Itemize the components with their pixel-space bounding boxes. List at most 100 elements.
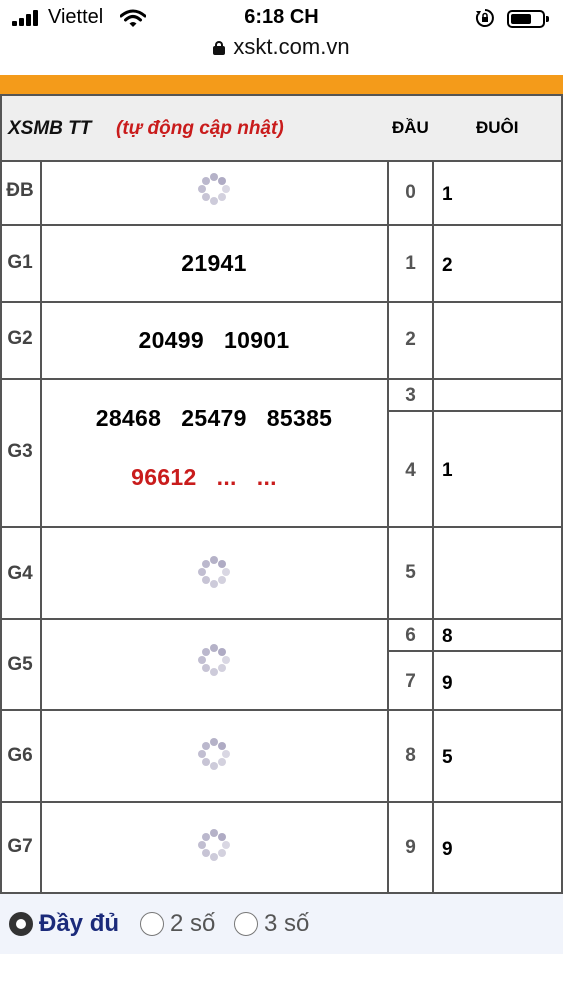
- row-divider: [0, 801, 563, 803]
- tail-digits: 5: [442, 747, 453, 768]
- spinner-dot: [222, 185, 230, 193]
- spinner-dot: [210, 580, 218, 588]
- head-digit: 0: [405, 182, 416, 203]
- head-digit: 7: [405, 671, 416, 692]
- head-digit: 8: [405, 745, 416, 766]
- tail-digits: 9: [442, 839, 453, 860]
- spinner-dot: [210, 668, 218, 676]
- table-title: XSMB TT: [8, 118, 92, 139]
- row-divider: [0, 709, 563, 711]
- prize-label-g6: G6: [7, 745, 33, 766]
- prize-label-g3: G3: [7, 441, 33, 462]
- head-digit: 6: [405, 625, 416, 646]
- prize-g1-numbers: 21941: [181, 250, 247, 276]
- tail-digits: 2: [442, 255, 453, 276]
- tail-digits: 9: [442, 673, 453, 694]
- address-bar[interactable]: xskt.com.vn: [0, 34, 563, 68]
- spinner-dot: [198, 750, 206, 758]
- spinner-dot: [222, 656, 230, 664]
- loading-spinner-icon: [197, 172, 231, 206]
- spinner-dot: [218, 559, 227, 568]
- head-digit: 1: [405, 253, 416, 274]
- prize-label-g7: G7: [7, 836, 33, 857]
- spinner-dot: [210, 644, 218, 652]
- spinner-dot: [198, 656, 206, 664]
- prize-g3-numbers-row1: 28468 25479 85385: [95, 405, 333, 431]
- row-divider: [0, 618, 563, 620]
- url-text: xskt.com.vn: [233, 34, 350, 59]
- spinner-dot: [218, 193, 227, 202]
- option-2-digits-radio[interactable]: 2 số: [140, 910, 224, 938]
- spinner-dot: [222, 568, 230, 576]
- prize-g2-numbers: 20499 10901: [138, 327, 290, 353]
- tail-digits: 1: [442, 184, 453, 205]
- spinner-dot: [210, 853, 218, 861]
- spinner-dot: [201, 741, 210, 750]
- spinner-dot: [222, 841, 230, 849]
- radio-circle-icon: [234, 912, 258, 936]
- spinner-dot: [218, 758, 227, 767]
- spinner-dot: [201, 647, 210, 656]
- spinner-dot: [201, 758, 210, 767]
- loading-spinner-icon: [197, 555, 231, 589]
- option-3-digits-radio[interactable]: 3 số: [234, 910, 318, 938]
- spinner-dot: [198, 568, 206, 576]
- display-options: Đầy đủ 2 số 3 số: [0, 894, 563, 954]
- prize-label-g2: G2: [7, 328, 33, 349]
- spinner-dot: [218, 832, 227, 841]
- spinner-dot: [218, 664, 227, 673]
- auto-update-note: (tự động cập nhật): [116, 118, 284, 139]
- loading-spinner-icon: [197, 737, 231, 771]
- option-full-radio[interactable]: Đầy đủ: [9, 910, 131, 938]
- orientation-lock-icon: [475, 9, 494, 27]
- accent-bar: [0, 75, 563, 94]
- prize-label-g4: G4: [7, 563, 33, 584]
- row-divider: [0, 224, 563, 226]
- radio-circle-icon: [9, 912, 33, 936]
- spinner-dot: [218, 176, 227, 185]
- prize-g3-numbers-row2: 96612 ... ...: [131, 464, 277, 490]
- row-divider: [0, 301, 563, 303]
- spinner-dot: [210, 173, 218, 181]
- spinner-dot: [201, 832, 210, 841]
- head-digit: 2: [405, 329, 416, 350]
- tail-column-title: ĐUÔI: [476, 118, 519, 137]
- spinner-dot: [201, 576, 210, 585]
- prize-label-special: ĐB: [6, 180, 34, 201]
- row-divider: [0, 378, 563, 380]
- spinner-dot: [218, 741, 227, 750]
- spinner-dot: [201, 664, 210, 673]
- option-label: Đầy đủ: [39, 910, 120, 937]
- row-divider: [388, 410, 563, 412]
- head-column-title: ĐẦU: [392, 118, 429, 137]
- prize-label-g1: G1: [7, 252, 33, 273]
- spinner-dot: [201, 193, 210, 202]
- tail-digits: 1: [442, 460, 453, 481]
- spinner-dot: [210, 738, 218, 746]
- spinner-dot: [218, 849, 227, 858]
- battery-icon: [507, 10, 549, 28]
- tail-digits: 8: [442, 626, 453, 647]
- spinner-dot: [222, 750, 230, 758]
- radio-circle-icon: [140, 912, 164, 936]
- option-label: 2 số: [170, 910, 216, 937]
- status-bar: Viettel 6:18 CH: [0, 0, 563, 36]
- head-digit: 9: [405, 837, 416, 858]
- row-divider: [0, 526, 563, 528]
- loading-spinner-icon: [197, 643, 231, 677]
- results-header: XSMB TT (tự động cập nhật) ĐẦU ĐUÔI: [0, 94, 563, 162]
- head-digit: 4: [405, 460, 416, 481]
- spinner-dot: [218, 576, 227, 585]
- option-label: 3 số: [264, 910, 310, 937]
- spinner-dot: [210, 197, 218, 205]
- spinner-dot: [218, 647, 227, 656]
- spinner-dot: [201, 176, 210, 185]
- loading-spinner-icon: [197, 828, 231, 862]
- spinner-dot: [198, 841, 206, 849]
- head-digit: 3: [405, 385, 416, 406]
- head-digit: 5: [405, 562, 416, 583]
- lock-icon: [213, 41, 226, 55]
- prize-label-g5: G5: [7, 654, 33, 675]
- spinner-dot: [198, 185, 206, 193]
- row-divider: [388, 650, 563, 652]
